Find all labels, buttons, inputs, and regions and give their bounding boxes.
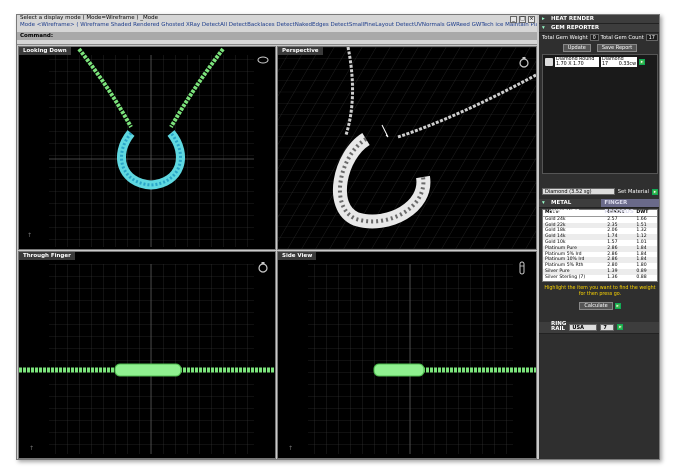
heat-render-header[interactable]: ▸ HEAT RENDER [539, 15, 659, 24]
ring-rail-apply-icon[interactable]: ▸ [617, 324, 624, 331]
command-label: Command: [20, 33, 54, 39]
set-material-icon[interactable]: ▸ [652, 188, 658, 195]
viewport-side-view[interactable]: Side View ↑ [277, 251, 537, 459]
gem-carat: 0.33cw [618, 62, 636, 67]
ring-size-select[interactable]: 7 [600, 323, 615, 331]
viewport-perspective[interactable]: Perspective [277, 46, 537, 250]
metal-weights-panel: MetalGramsDWT Gold 24k2.571.66Gold 22k2.… [542, 209, 658, 282]
table-cell: 1.36 [607, 274, 618, 280]
total-gem-count-value: 17 [645, 34, 658, 41]
through-finger-canvas: ↑ [19, 264, 275, 454]
total-gem-weight-label: Total Gem Weight [542, 34, 588, 41]
ring-rail-title-2: RAIL [551, 326, 566, 333]
metal-weights-hint: Highlight the item you want to find the … [544, 285, 656, 297]
gem-list: Diamond Round 1.70 X 1.70 Diamond 17 0.33… [542, 54, 658, 174]
necklace-icon[interactable] [257, 56, 269, 70]
viewport-title: Perspective [278, 47, 323, 55]
table-cell: Silver Sterling (7) [545, 274, 586, 280]
command-area: Select a display mode ( Mode=Wireframe )… [17, 15, 537, 45]
calculate-icon[interactable]: ▸ [614, 302, 621, 309]
ring-side-icon[interactable] [518, 261, 530, 275]
table-row[interactable]: Silver Sterling (7) 1.36 0.88 [543, 275, 657, 281]
side-view-canvas: ↑ [288, 264, 536, 454]
viewport-title: Side View [278, 252, 317, 260]
gem-reporter-header[interactable]: ▾ GEM REPORTER [539, 24, 659, 33]
metal-weights-header[interactable]: ▾ METAL WEIGHTS FINGER RECORDS [539, 199, 659, 215]
svg-text:↑: ↑ [288, 445, 293, 452]
window-controls: _ □ × [510, 16, 535, 23]
gem-select-toggle[interactable]: ▸ [639, 59, 645, 65]
right-panel: ▸ HEAT RENDER ▾ GEM REPORTER Total Gem Wei… [539, 15, 659, 459]
finger-records-tab[interactable]: FINGER RECORDS [601, 199, 659, 215]
update-button[interactable]: Update [562, 43, 591, 52]
svg-text:↑: ↑ [29, 445, 34, 452]
ring-size-country-select[interactable]: USA [569, 323, 598, 331]
command-line[interactable]: Command: [17, 32, 537, 40]
material-select[interactable]: Diamond (3.52 sg) [542, 188, 615, 195]
save-report-button[interactable]: Save Report [596, 43, 638, 52]
chevron-down-icon: ▾ [542, 25, 545, 31]
table-cell: 0.88 [636, 274, 647, 280]
calculate-button[interactable]: Calculate [579, 301, 613, 310]
gem-reporter-panel: Total Gem Weight 0 Total Gem Count 17 Up… [539, 33, 659, 183]
total-gem-weight-value: 0 [589, 34, 599, 41]
viewport-title: Looking Down [19, 47, 71, 55]
gem-size: 1.70 X 1.70 [556, 62, 584, 67]
perspective-canvas [278, 47, 536, 249]
minimize-button[interactable]: _ [510, 16, 517, 23]
gem-count: 17 [602, 62, 609, 67]
close-button[interactable]: × [528, 16, 535, 23]
app-window: Select a display mode ( Mode=Wireframe )… [16, 14, 660, 460]
metal-weights-table: MetalGramsDWT Gold 24k2.571.66Gold 22k2.… [543, 210, 657, 281]
looking-down-canvas: ↑ [27, 47, 254, 247]
viewport-through-finger[interactable]: Through Finger ↑ [18, 251, 276, 459]
command-prompt: Select a display mode ( Mode=Wireframe )… [20, 15, 159, 21]
ring-icon[interactable] [518, 56, 530, 70]
gem-icon [545, 58, 553, 66]
viewport-looking-down[interactable]: Looking Down ↑ [18, 46, 276, 250]
set-material-button[interactable]: Set Material [618, 189, 649, 195]
ring-icon[interactable] [257, 261, 269, 275]
ring-rail-header[interactable]: RING RAIL USA 7 ▸ [539, 321, 659, 334]
maximize-button[interactable]: □ [519, 16, 526, 23]
chevron-right-icon: ▸ [542, 16, 545, 22]
viewport-title: Through Finger [19, 252, 75, 260]
display-mode-options[interactable]: Mode <Wireframe> ( Wireframe Shaded Rend… [17, 22, 537, 29]
svg-text:↑: ↑ [27, 232, 32, 239]
total-gem-count-label: Total Gem Count [600, 34, 644, 41]
gem-row[interactable]: Diamond Round 1.70 X 1.70 Diamond 17 0.33… [543, 55, 657, 69]
chevron-down-icon: ▾ [542, 200, 545, 206]
